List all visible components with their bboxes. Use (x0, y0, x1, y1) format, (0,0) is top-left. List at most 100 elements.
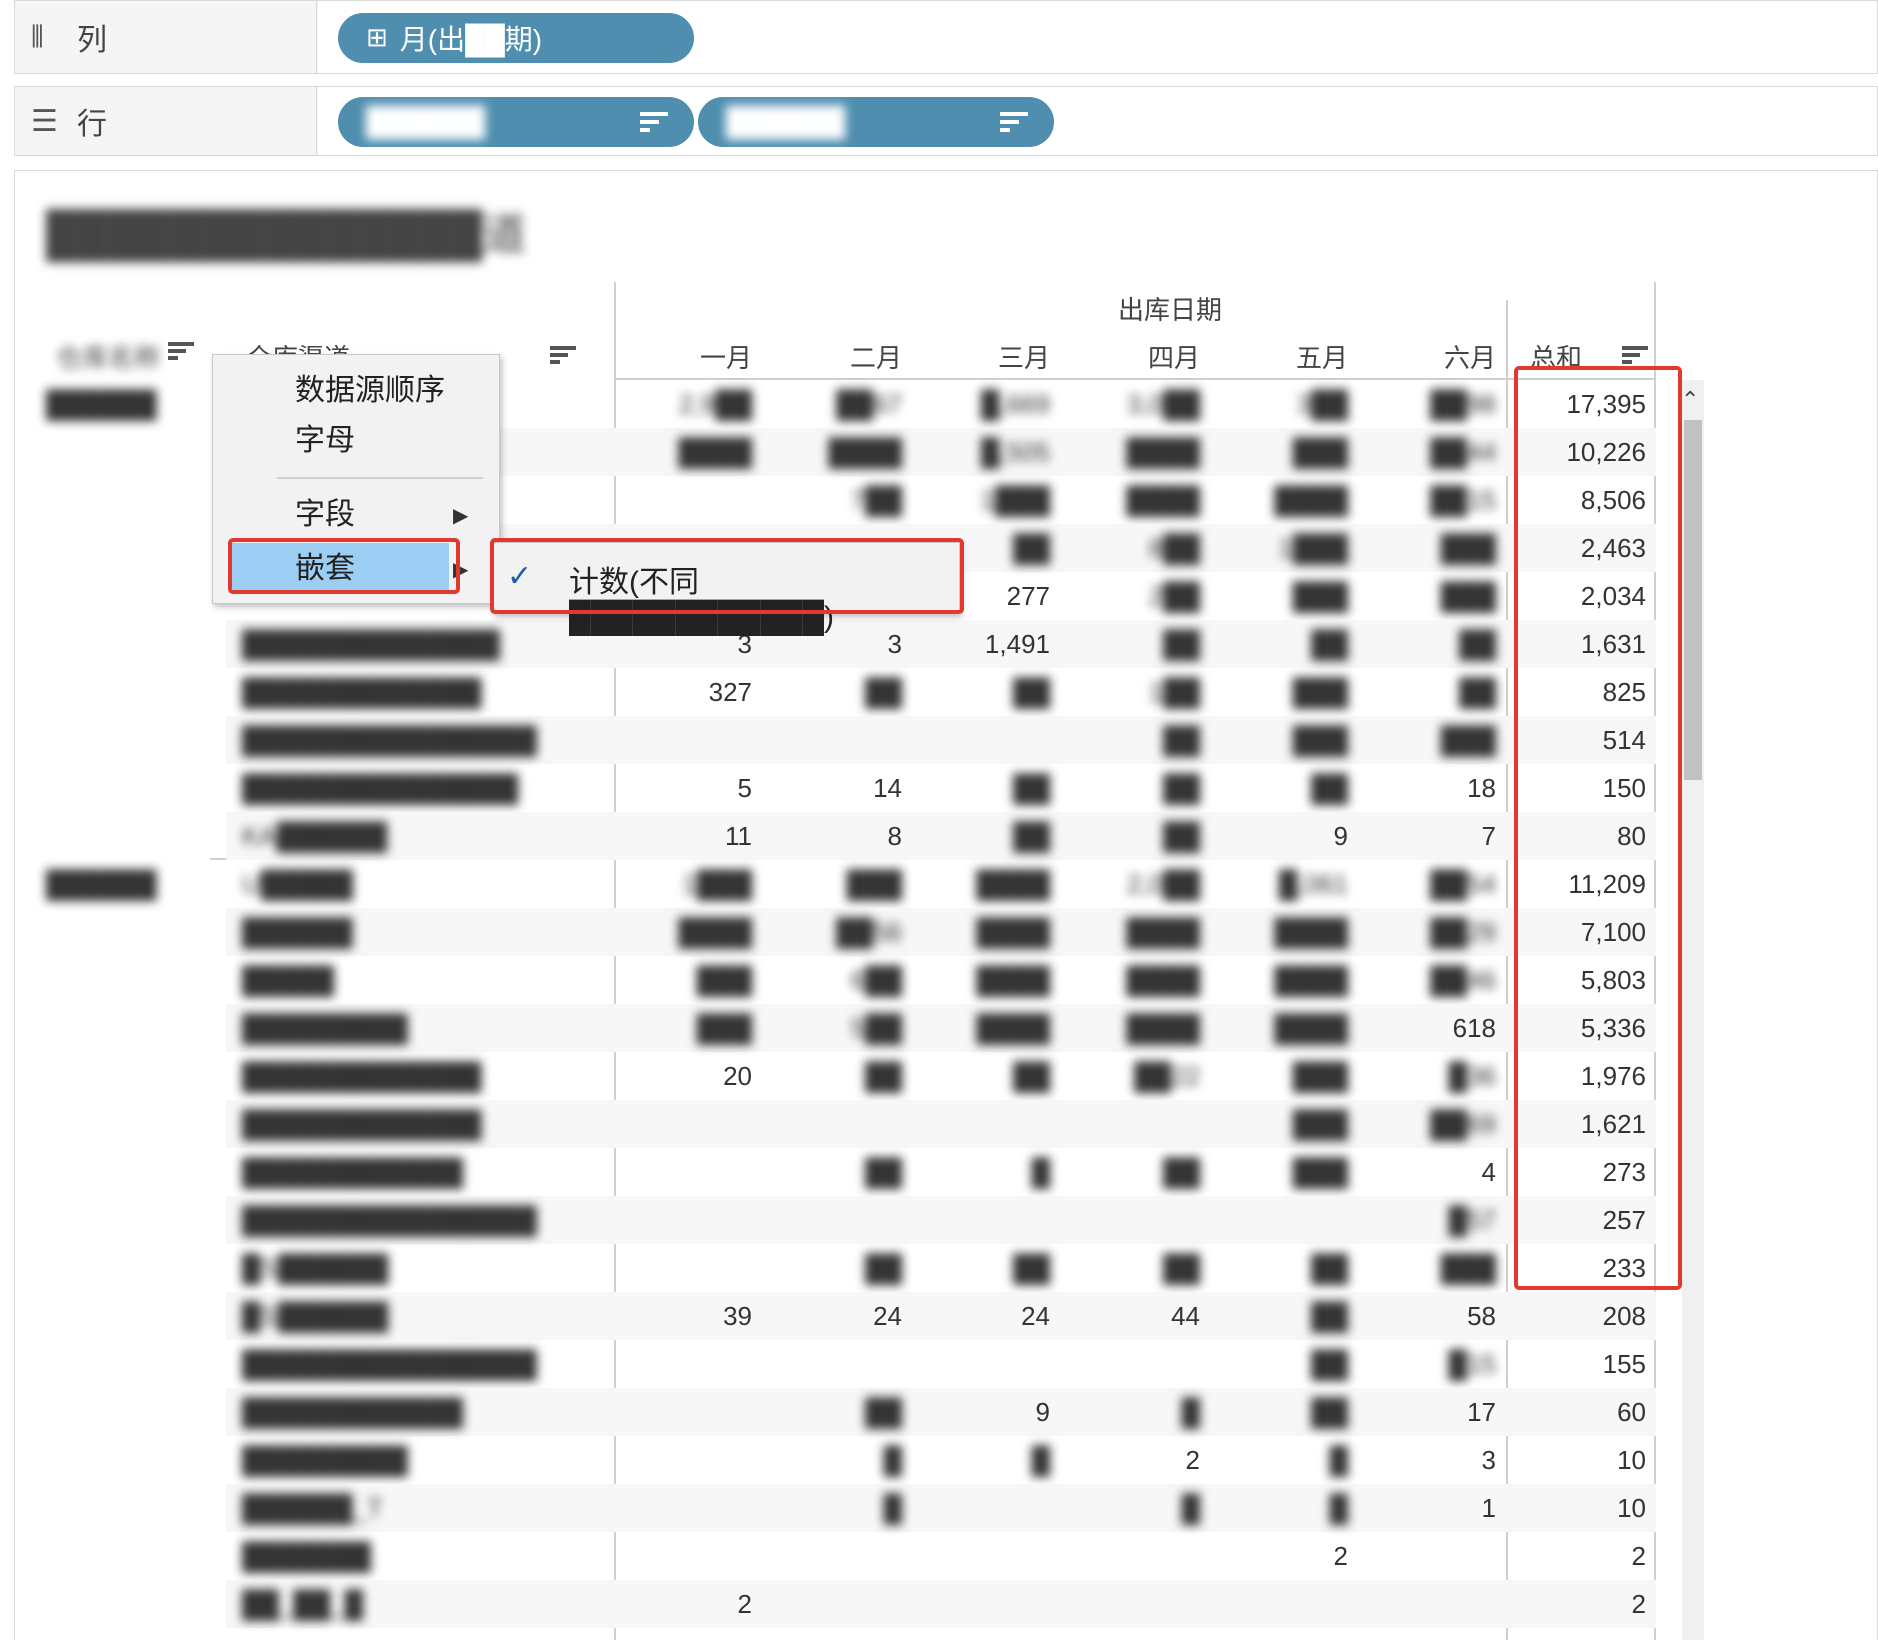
value-cell[interactable]: ██ (1228, 1300, 1348, 1332)
warehouse-channel-cell[interactable]: ██████████████ (242, 628, 500, 660)
value-cell[interactable] (930, 1204, 1050, 1236)
value-cell[interactable]: 11 (632, 820, 752, 852)
value-cell[interactable]: ███ (1228, 1156, 1348, 1188)
value-cell[interactable]: ████ (1080, 964, 1200, 996)
warehouse-name-cell[interactable]: ██████ (46, 388, 157, 420)
value-cell[interactable] (1080, 1588, 1200, 1620)
value-cell[interactable]: 1██ (1080, 676, 1200, 708)
value-cell[interactable]: ███ (1228, 724, 1348, 756)
value-cell[interactable]: █,505 (930, 436, 1050, 468)
value-cell[interactable]: 2 (1080, 1444, 1200, 1476)
value-cell[interactable]: 20 (632, 1060, 752, 1092)
value-cell[interactable]: 7██ (782, 484, 902, 516)
value-cell[interactable] (632, 1204, 752, 1236)
total-cell[interactable]: 10 (1520, 1444, 1646, 1476)
columns-drop-area[interactable]: ⊞ 月(出██期) (318, 1, 1877, 73)
value-cell[interactable]: █57 (1376, 1204, 1496, 1236)
value-cell[interactable]: ███ (632, 964, 752, 996)
value-cell[interactable]: ██67 (782, 388, 902, 420)
value-cell[interactable] (632, 1492, 752, 1524)
value-cell[interactable]: 58 (1376, 1300, 1496, 1332)
value-cell[interactable]: ███ (782, 868, 902, 900)
value-cell[interactable]: █ (930, 1156, 1050, 1188)
value-cell[interactable]: ████ (1228, 484, 1348, 516)
value-cell[interactable]: ██29 (1376, 916, 1496, 948)
value-cell[interactable] (1228, 1204, 1348, 1236)
value-cell[interactable]: █36 (1376, 1060, 1496, 1092)
value-cell[interactable] (930, 1540, 1050, 1572)
value-cell[interactable]: ██ (782, 1396, 902, 1428)
warehouse-channel-cell[interactable]: ████████████ (242, 1156, 463, 1188)
warehouse-channel-cell[interactable]: ██_██_█ (242, 1588, 363, 1620)
warehouse-channel-cell[interactable]: KA██████ (242, 820, 387, 852)
value-cell[interactable] (632, 1348, 752, 1380)
value-cell[interactable]: ████ (1080, 1012, 1200, 1044)
warehouse-channel-cell[interactable]: █████████ (242, 1444, 408, 1476)
value-cell[interactable]: 2,9██ (632, 388, 752, 420)
value-cell[interactable] (632, 484, 752, 516)
value-cell[interactable]: ██ (1228, 772, 1348, 804)
warehouse-channel-cell[interactable]: ██████_T (242, 1492, 383, 1524)
value-cell[interactable]: ██ (1228, 1348, 1348, 1380)
month-header[interactable]: 一月 (652, 338, 752, 375)
warehouse-channel-cell[interactable]: ████████████████ (242, 1204, 537, 1236)
value-cell[interactable] (782, 1108, 902, 1140)
value-cell[interactable]: 6██ (782, 964, 902, 996)
total-cell[interactable]: 60 (1520, 1396, 1646, 1428)
value-cell[interactable]: 8██ (1080, 532, 1200, 564)
value-cell[interactable]: ██ (930, 820, 1050, 852)
value-cell[interactable]: 18 (1376, 772, 1496, 804)
value-cell[interactable]: ███ (1376, 724, 1496, 756)
value-cell[interactable]: ███ (1376, 1252, 1496, 1284)
value-cell[interactable]: ████ (632, 916, 752, 948)
menu-item-alphabetic[interactable]: 字母 (295, 419, 355, 463)
scrollbar-thumb[interactable] (1684, 420, 1702, 780)
value-cell[interactable]: ████ (930, 1012, 1050, 1044)
month-header[interactable]: 六月 (1396, 338, 1496, 375)
value-cell[interactable]: ██ (930, 676, 1050, 708)
value-cell[interactable]: ██22 (1080, 1060, 1200, 1092)
warehouse-channel-pill[interactable]: ██████ (698, 97, 1054, 147)
value-cell[interactable]: █ (930, 1444, 1050, 1476)
value-cell[interactable]: ██ (1376, 676, 1496, 708)
value-cell[interactable]: ██ (782, 1252, 902, 1284)
month-header[interactable]: 二月 (802, 338, 902, 375)
value-cell[interactable]: 5 (632, 772, 752, 804)
value-cell[interactable]: ████ (1080, 484, 1200, 516)
value-cell[interactable] (930, 1348, 1050, 1380)
warehouse-channel-cell[interactable]: █████████████ (242, 1060, 481, 1092)
warehouse-channel-cell[interactable]: ██████ (242, 916, 353, 948)
value-cell[interactable]: ██ (1080, 1252, 1200, 1284)
total-cell[interactable]: 155 (1520, 1348, 1646, 1380)
warehouse-channel-cell[interactable]: U█████ (242, 868, 353, 900)
menu-item-field[interactable]: 字段 (295, 493, 355, 537)
value-cell[interactable] (782, 724, 902, 756)
value-cell[interactable] (632, 1444, 752, 1476)
value-cell[interactable]: ██ (930, 1252, 1050, 1284)
value-cell[interactable]: ████ (1228, 1012, 1348, 1044)
value-cell[interactable]: 44 (1080, 1300, 1200, 1332)
value-cell[interactable]: ██56 (782, 916, 902, 948)
value-cell[interactable]: 17 (1376, 1396, 1496, 1428)
value-cell[interactable] (632, 1252, 752, 1284)
value-cell[interactable]: 3,0██ (1080, 388, 1200, 420)
value-cell[interactable]: ████ (1228, 916, 1348, 948)
value-cell[interactable]: ██ (782, 676, 902, 708)
value-cell[interactable]: █ (1080, 1396, 1200, 1428)
value-cell[interactable]: ██46 (1376, 964, 1496, 996)
value-cell[interactable]: 2 (632, 1588, 752, 1620)
value-cell[interactable]: █ (782, 1444, 902, 1476)
value-cell[interactable]: █ (1228, 1492, 1348, 1524)
chevron-up-icon[interactable]: ⌃ (1681, 388, 1699, 413)
warehouse-name-pill[interactable]: ██████ (338, 97, 694, 147)
value-cell[interactable]: ███ (1228, 1060, 1348, 1092)
value-cell[interactable]: 8 (782, 820, 902, 852)
value-cell[interactable] (782, 1540, 902, 1572)
value-cell[interactable]: █ (1080, 1492, 1200, 1524)
sort-desc-icon[interactable] (640, 97, 668, 147)
value-cell[interactable] (782, 1348, 902, 1380)
value-cell[interactable]: 618 (1376, 1012, 1496, 1044)
month-header[interactable]: 四月 (1100, 338, 1200, 375)
value-cell[interactable]: ██ (1080, 772, 1200, 804)
value-cell[interactable]: 2 (1228, 1540, 1348, 1572)
